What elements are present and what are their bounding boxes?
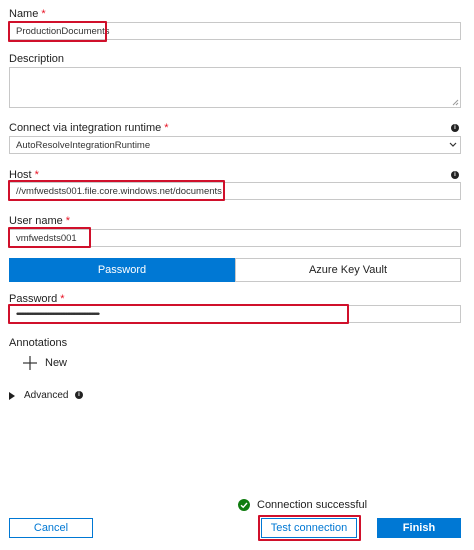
plus-icon — [23, 356, 37, 370]
runtime-info-icon[interactable]: i — [451, 124, 459, 132]
resize-handle-icon[interactable] — [452, 99, 459, 106]
host-input[interactable]: //vmfwedsts001.file.core.windows.net/doc… — [9, 182, 461, 200]
advanced-info-icon[interactable]: i — [75, 391, 83, 399]
runtime-select[interactable]: AutoResolveIntegrationRuntime — [9, 136, 461, 154]
password-input[interactable]: ••••••••••••••••••••••••••••••••••••••••… — [9, 305, 461, 323]
test-connection-button[interactable]: Test connection — [261, 518, 357, 538]
password-label: Password * — [9, 293, 65, 305]
new-annotation-button[interactable]: New — [23, 356, 67, 370]
description-textarea[interactable] — [9, 67, 461, 108]
chevron-down-icon[interactable] — [449, 142, 457, 148]
finish-button[interactable]: Finish — [377, 518, 461, 538]
runtime-label: Connect via integration runtime * — [9, 122, 169, 134]
connection-status: Connection successful — [238, 499, 367, 511]
cancel-button[interactable]: Cancel — [9, 518, 93, 538]
check-circle-icon — [238, 499, 250, 511]
host-info-icon[interactable]: i — [451, 171, 459, 179]
username-label: User name * — [9, 215, 71, 227]
description-label: Description — [9, 53, 65, 65]
name-label: Name * — [9, 8, 46, 20]
host-label: Host * — [9, 169, 39, 181]
username-input[interactable]: vmfwedsts001 — [9, 229, 461, 247]
caret-right-icon — [9, 391, 15, 400]
name-input[interactable]: ProductionDocuments — [9, 22, 461, 40]
annotations-label: Annotations — [9, 337, 68, 349]
advanced-toggle[interactable]: Advanced — [9, 390, 68, 401]
password-tab[interactable]: Password — [9, 258, 235, 282]
azure-key-vault-tab[interactable]: Azure Key Vault — [235, 258, 461, 282]
